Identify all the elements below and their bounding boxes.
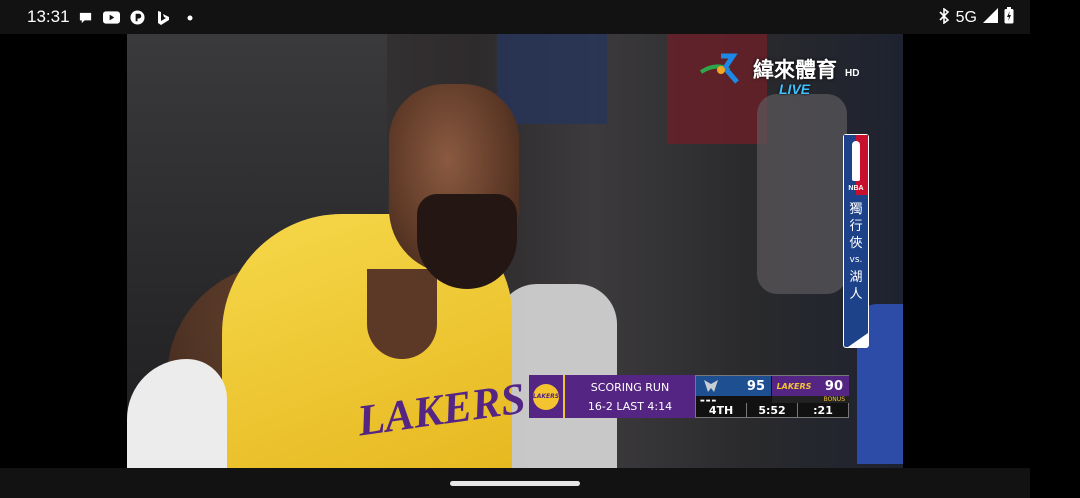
mavericks-logo-icon	[698, 377, 724, 395]
vs-label: vs.	[849, 255, 863, 265]
team2-char: 湖	[849, 270, 863, 285]
status-right: 5G	[938, 6, 1014, 29]
nba-silhouette	[852, 141, 860, 181]
lakers-logo-disc: LAKERS	[533, 383, 559, 410]
bonus-label: BONUS	[772, 396, 849, 403]
live-label: LIVE	[779, 81, 811, 97]
home-handle[interactable]	[450, 481, 580, 486]
channel-hd: HD	[845, 67, 860, 79]
matchup-side-bar: NBA 獨 行 俠 vs. 湖 人	[843, 134, 869, 348]
away-score: 95	[746, 378, 765, 394]
run-detail: 16-2 LAST 4:14	[587, 399, 673, 413]
bluetooth-icon	[938, 6, 950, 29]
team1-char: 行	[849, 219, 863, 234]
away-team: 95	[696, 376, 771, 396]
status-bar: 13:31 5G	[0, 0, 1030, 34]
corner-triangle	[848, 333, 868, 347]
bing-icon	[155, 9, 172, 26]
crowd-background	[757, 94, 847, 294]
team2-char: 人	[849, 287, 863, 302]
battery-icon	[1004, 7, 1014, 29]
network-type: 5G	[955, 9, 977, 26]
home-team: LAKERS 90	[772, 376, 849, 396]
quarter: 4TH	[708, 403, 734, 417]
chat-icon	[77, 9, 94, 26]
dot-icon	[181, 9, 198, 26]
scorebug: LAKERS SCORING RUN 16-2 LAST 4:14 95 LAK…	[529, 375, 849, 418]
game-clock-row: 4TH 5:52 :21	[696, 403, 848, 417]
team1-char: 獨	[849, 202, 863, 217]
channel-name: 緯來體育	[753, 58, 837, 82]
nba-word: NBA	[848, 185, 864, 192]
crowd-background	[667, 34, 767, 144]
home-score: 90	[824, 378, 843, 394]
score-panel: 95 LAKERS 90 ▬▬▬ ▬▬ BONUS 4TH 5:52 :21	[695, 375, 849, 418]
channel-mark-icon	[699, 53, 739, 84]
player-neck	[367, 269, 437, 359]
right-gutter	[1030, 0, 1080, 498]
youtube-icon	[103, 9, 120, 26]
crowd-background	[497, 34, 607, 124]
gesture-nav-bar	[0, 468, 1030, 498]
team1-char: 俠	[849, 236, 863, 251]
scoring-run-panel: SCORING RUN 16-2 LAST 4:14	[565, 375, 695, 418]
run-title: SCORING RUN	[590, 380, 670, 394]
game-clock: 5:52	[746, 403, 797, 417]
video-player[interactable]: LAKERS 緯來體育 HD LIVE NBA 獨 行 俠 vs. 湖 人 LA…	[127, 34, 903, 468]
shot-clock: :21	[797, 403, 848, 417]
status-time: 13:31	[27, 7, 70, 26]
nba-logo-icon: NBA	[844, 135, 868, 195]
lakers-logo-icon: LAKERS	[529, 375, 565, 418]
signal-icon	[983, 8, 998, 28]
notification-icons	[77, 9, 198, 26]
app-icon	[129, 9, 146, 26]
lakers-wordmark: LAKERS	[776, 381, 812, 391]
matchup-text: 獨 行 俠 vs. 湖 人	[844, 195, 868, 303]
